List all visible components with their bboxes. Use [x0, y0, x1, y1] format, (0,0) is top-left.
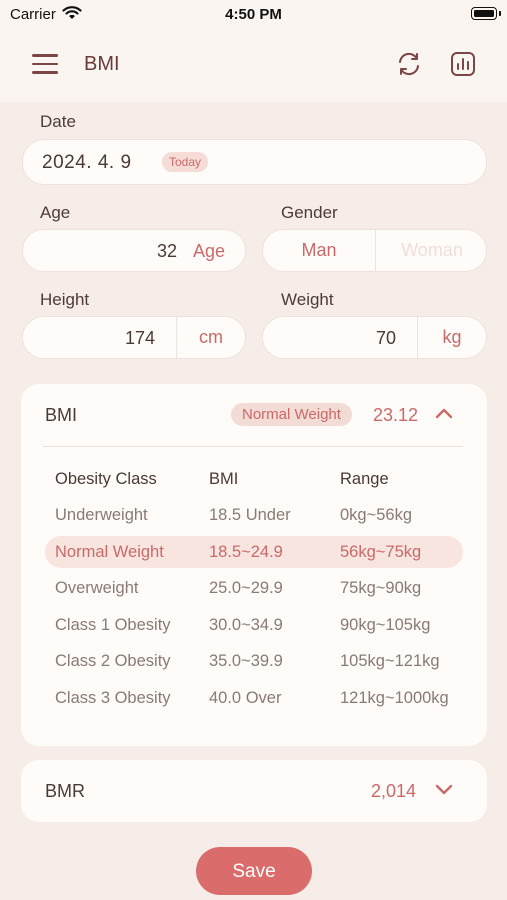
chevron-down-icon[interactable]: [435, 783, 453, 801]
table-row: Class 2 Obesity 35.0~39.9 105kg~121kg: [45, 645, 463, 677]
table-row: Class 1 Obesity 30.0~34.9 90kg~105kg: [45, 609, 463, 641]
refresh-icon[interactable]: [396, 51, 422, 82]
height-label: Height: [40, 290, 90, 309]
weight-field[interactable]: 70 kg: [262, 316, 487, 359]
cell-bmi: 30.0~34.9: [209, 616, 283, 634]
battery-icon: [471, 7, 501, 20]
cell-bmi: 25.0~29.9: [209, 579, 283, 597]
date-value: 2024. 4. 9: [42, 152, 132, 173]
column-header-range: Range: [340, 470, 389, 488]
bmi-card: BMI Normal Weight 23.12 Obesity Class BM…: [21, 384, 487, 746]
cell-class: Underweight: [55, 506, 148, 524]
bmr-card[interactable]: BMR 2,014: [21, 760, 487, 822]
height-field[interactable]: 174 cm: [22, 316, 246, 359]
cell-class: Normal Weight: [55, 543, 164, 561]
navigation-bar: BMI: [0, 30, 507, 102]
weight-label: Weight: [281, 290, 334, 309]
status-time: 4:50 PM: [225, 6, 282, 23]
cell-range: 90kg~105kg: [340, 616, 431, 634]
weight-value: 70: [375, 328, 396, 348]
chart-icon[interactable]: [450, 51, 476, 82]
bmi-card-title: BMI: [45, 405, 78, 425]
cell-class: Class 2 Obesity: [55, 652, 171, 670]
gender-option-woman[interactable]: Woman: [375, 230, 486, 271]
save-button[interactable]: Save: [196, 847, 312, 895]
age-value: 32: [156, 241, 177, 261]
date-field[interactable]: 2024. 4. 9 Today: [22, 139, 487, 185]
gender-option-man[interactable]: Man: [263, 230, 375, 271]
table-row-highlighted: Normal Weight 18.5~24.9 56kg~75kg: [45, 536, 463, 568]
gender-segmented-control: Man Woman: [262, 229, 487, 272]
bmr-value: 2,014: [371, 781, 417, 801]
cell-range: 56kg~75kg: [340, 543, 422, 561]
menu-icon[interactable]: [32, 54, 58, 74]
age-label: Age: [40, 203, 71, 222]
bmr-card-title: BMR: [45, 781, 85, 801]
gender-label: Gender: [281, 203, 338, 222]
cell-range: 75kg~90kg: [340, 579, 422, 597]
cell-range: 0kg~56kg: [340, 506, 413, 524]
table-row: Underweight 18.5 Under 0kg~56kg: [45, 499, 463, 531]
cell-class: Class 3 Obesity: [55, 689, 171, 707]
table-header: Obesity Class BMI Range: [45, 463, 463, 495]
status-badge: Normal Weight: [231, 403, 352, 426]
date-label: Date: [40, 112, 76, 131]
column-header-bmi: BMI: [209, 470, 239, 488]
chevron-up-icon[interactable]: [435, 406, 453, 424]
column-header-class: Obesity Class: [55, 470, 157, 488]
cell-range: 121kg~1000kg: [340, 689, 449, 707]
page-title: BMI: [84, 53, 120, 75]
age-field[interactable]: 32 Age: [22, 229, 246, 272]
cell-bmi: 40.0 Over: [209, 689, 282, 707]
cell-bmi: 35.0~39.9: [209, 652, 283, 670]
weight-unit: kg: [417, 317, 486, 358]
height-unit: cm: [176, 317, 245, 358]
cell-bmi: 18.5~24.9: [209, 543, 283, 561]
status-bar: Carrier 4:50 PM: [0, 0, 507, 30]
age-unit: Age: [192, 241, 225, 261]
height-value: 174: [124, 328, 155, 348]
today-badge: Today: [162, 152, 209, 172]
cell-bmi: 18.5 Under: [209, 506, 291, 524]
cell-class: Class 1 Obesity: [55, 616, 171, 634]
table-row: Class 3 Obesity 40.0 Over 121kg~1000kg: [45, 682, 463, 714]
divider: [43, 446, 463, 447]
bmi-value: 23.12: [373, 405, 419, 425]
table-row: Overweight 25.0~29.9 75kg~90kg: [45, 572, 463, 604]
cell-range: 105kg~121kg: [340, 652, 440, 670]
cell-class: Overweight: [55, 579, 139, 597]
